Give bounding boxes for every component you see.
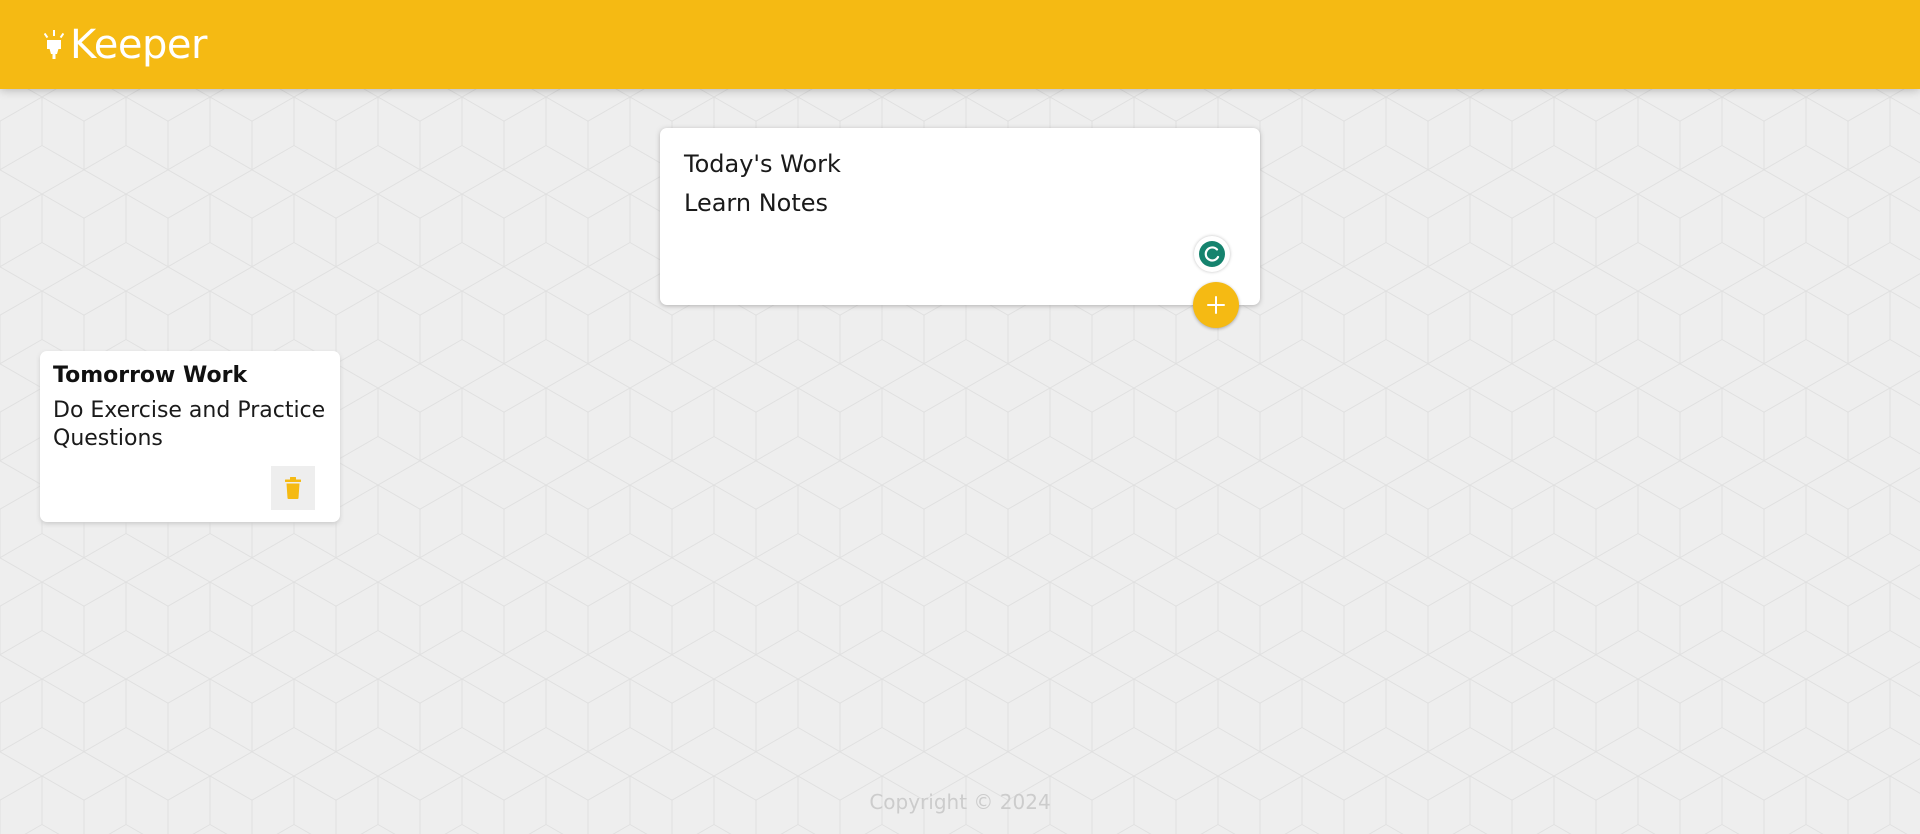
app-title: Keeper [70,21,207,68]
grammarly-badge-icon [1199,241,1225,267]
create-note-form: Today's Work Learn Notes [660,128,1260,328]
note-card-content: Do Exercise and Practice Questions [53,398,326,451]
note-card: Tomorrow Work Do Exercise and Practice Q… [40,351,340,522]
delete-note-button[interactable] [271,466,315,510]
highlight-icon [44,29,64,59]
trash-icon [285,477,301,499]
app-logo[interactable]: Keeper [44,25,207,65]
add-icon [1207,296,1225,314]
grammarly-icon[interactable] [1194,236,1230,272]
copyright-text: Copyright © 2024 [869,790,1051,814]
note-card-title: Tomorrow Work [53,363,248,388]
footer: Copyright © 2024 [0,790,1920,814]
add-note-button[interactable] [1193,282,1239,328]
note-title-input[interactable]: Today's Work [684,150,1236,179]
note-content-textarea[interactable]: Learn Notes [684,189,1236,218]
app-header: Keeper [0,0,1920,89]
